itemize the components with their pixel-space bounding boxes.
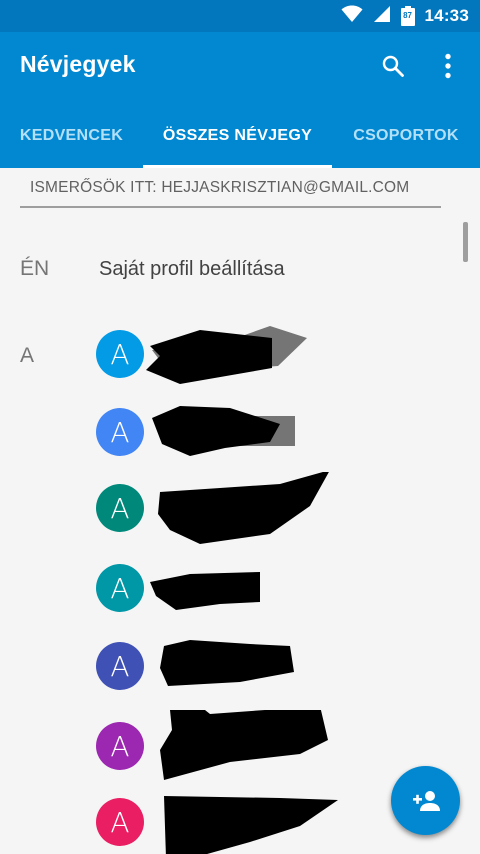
scrollbar[interactable] — [463, 222, 468, 262]
status-time: 14:33 — [424, 6, 469, 25]
redacted-name — [150, 572, 260, 610]
tab-all-contacts[interactable]: ÖSSZES NÉVJEGY — [143, 103, 332, 168]
section-letter-a: A — [20, 344, 35, 367]
redacted-name — [146, 326, 307, 384]
more-options-button[interactable] — [428, 46, 468, 86]
search-button[interactable] — [373, 46, 413, 86]
contact-row[interactable]: A — [80, 318, 460, 390]
redacted-name — [152, 406, 295, 456]
tab-bar: KEDVENCEK ÖSSZES NÉVJEGY CSOPORTOK — [0, 103, 480, 168]
wifi-icon — [341, 5, 363, 28]
search-icon — [382, 55, 404, 77]
contacts-screen: 87 14:33 Névjegyek KEDVENCEK ÖSSZES NÉVJ… — [0, 0, 480, 854]
section-letter-me: ÉN — [20, 257, 50, 280]
status-bar: 87 14:33 — [0, 0, 480, 32]
app-bar: Névjegyek KEDVENCEK ÖSSZES NÉVJEGY CSOPO… — [0, 32, 480, 168]
redacted-name — [160, 710, 328, 780]
battery-level: 87 — [403, 11, 412, 20]
contact-list[interactable]: ISMERŐSÖK ITT: HEJJASKRISZTIAN@GMAIL.COM… — [0, 168, 480, 854]
account-header-text: ISMERŐSÖK ITT: HEJJASKRISZTIAN@GMAIL.COM — [30, 179, 410, 196]
tab-favorites[interactable]: KEDVENCEK — [0, 103, 143, 168]
app-title: Névjegyek — [20, 51, 136, 77]
signal-icon — [373, 5, 391, 28]
tab-groups[interactable]: CSOPORTOK — [332, 103, 480, 168]
redacted-name — [158, 472, 329, 544]
contact-row[interactable]: A — [80, 630, 460, 702]
account-header: ISMERŐSÖK ITT: HEJJASKRISZTIAN@GMAIL.COM — [20, 168, 441, 208]
contact-row[interactable]: A — [80, 396, 460, 468]
status-icons: 87 14:33 — [341, 5, 469, 28]
add-contact-button[interactable] — [391, 766, 460, 835]
battery-icon: 87 — [400, 6, 415, 26]
contact-row[interactable]: A — [80, 710, 460, 782]
more-vert-icon — [445, 53, 451, 79]
contact-row[interactable]: A — [80, 552, 460, 624]
contact-row[interactable]: A — [80, 472, 460, 544]
set-up-profile-item[interactable]: Saját profil beállítása — [99, 258, 285, 281]
redacted-name — [160, 640, 294, 686]
add-person-icon — [412, 790, 440, 811]
